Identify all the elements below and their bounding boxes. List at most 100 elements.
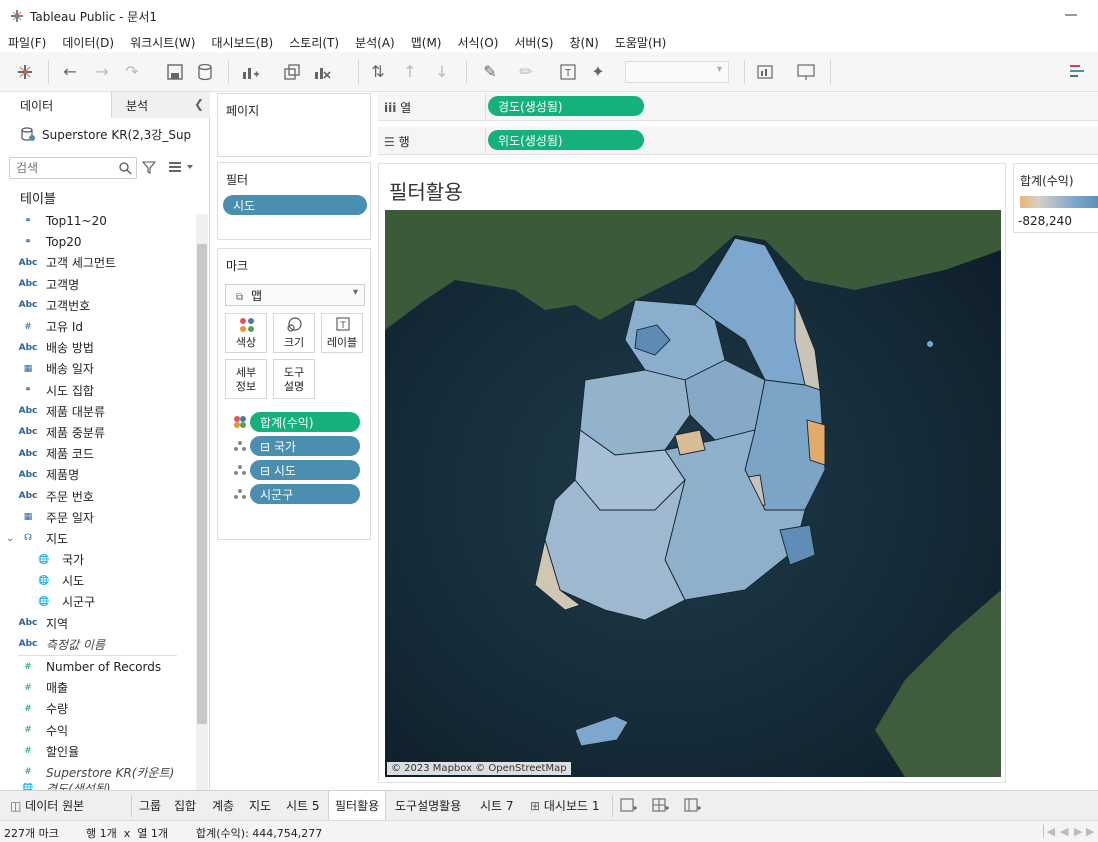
field-region[interactable]: Abc 지역: [0, 613, 195, 634]
map-svg[interactable]: [385, 210, 1001, 777]
swap-icon[interactable]: ⇅: [368, 62, 388, 82]
nav-prev-icon[interactable]: ◀: [1060, 825, 1068, 838]
color-legend[interactable]: 합계(수익) -828,240: [1013, 163, 1098, 233]
rows-pill-latitude[interactable]: 위도(생성됨): [488, 130, 644, 150]
field-superstore-count[interactable]: # Superstore KR(카운트): [0, 762, 195, 783]
sort-desc-icon[interactable]: ↓: [432, 62, 452, 82]
field-product-subcategory[interactable]: Abc 제품 중분류: [0, 422, 195, 443]
field-customer-segment[interactable]: Abc 고객 세그먼트: [0, 252, 195, 273]
tab-set[interactable]: 집합: [168, 791, 202, 821]
field-top11-20[interactable]: ⚭ Top11~20: [0, 210, 195, 231]
filters-shelf[interactable]: 필터 시도: [217, 162, 371, 240]
tab-sheet7[interactable]: 시트 7: [474, 791, 520, 821]
tab-sheet5[interactable]: 시트 5: [280, 791, 326, 821]
marks-pill-sigungu[interactable]: 시군구: [250, 484, 360, 504]
tab-data[interactable]: 데이터: [0, 92, 112, 118]
back-icon[interactable]: ←: [60, 62, 80, 82]
collapse-pane-icon[interactable]: ❮: [194, 97, 204, 111]
field-order-id[interactable]: Abc 주문 번호: [0, 485, 195, 506]
menu-worksheet[interactable]: 워크시트(W): [130, 34, 195, 51]
marks-pill-sido[interactable]: ⊟ 시도: [250, 460, 360, 480]
field-top20[interactable]: ⚭ Top20: [0, 231, 195, 252]
field-sido-set[interactable]: ⚭ 시도 집합: [0, 380, 195, 401]
minimize-icon[interactable]: [1064, 8, 1078, 22]
field-measure-names[interactable]: Abc 측정값 이름: [0, 634, 195, 655]
field-search-box[interactable]: [9, 157, 137, 179]
pin-icon[interactable]: ✦: [588, 62, 608, 82]
new-dashboard-icon[interactable]: [652, 798, 670, 814]
new-worksheet-icon[interactable]: [620, 798, 638, 814]
rows-shelf[interactable]: ☰ 행 위도(생성됨): [378, 127, 1098, 155]
menu-data[interactable]: 데이터(D): [62, 34, 114, 51]
fit-dropdown[interactable]: ▾: [625, 61, 729, 83]
field-sales[interactable]: # 매출: [0, 677, 195, 698]
field-number-of-records[interactable]: # Number of Records: [0, 656, 195, 677]
forward-icon[interactable]: →: [92, 62, 112, 82]
pages-shelf[interactable]: 페이지: [217, 93, 371, 157]
new-story-icon[interactable]: [684, 798, 702, 814]
clear-icon[interactable]: [312, 62, 332, 82]
redo-icon[interactable]: ↷: [122, 62, 142, 82]
marks-pill-country[interactable]: ⊟ 국가: [250, 436, 360, 456]
field-order-date[interactable]: ▦ 주문 일자: [0, 507, 195, 528]
mark-type-dropdown[interactable]: ⧉ 맵 ▾: [225, 284, 365, 306]
size-button[interactable]: 크기: [273, 313, 315, 353]
marks-pill-sum-profit[interactable]: 합계(수익): [250, 412, 360, 432]
field-map-hierarchy[interactable]: ⌄ ☊ 지도: [0, 528, 195, 549]
field-customer-id[interactable]: Abc 고객번호: [0, 295, 195, 316]
label-icon[interactable]: T: [558, 62, 578, 82]
menu-map[interactable]: 맵(M): [411, 34, 442, 51]
highlight-icon[interactable]: ✎: [480, 62, 500, 82]
sidebar-toggle-icon[interactable]: [1068, 62, 1088, 82]
tab-hierarchy[interactable]: 계층: [206, 791, 240, 821]
field-ship-mode[interactable]: Abc 배송 방법: [0, 337, 195, 358]
menu-dashboard[interactable]: 대시보드(B): [211, 34, 273, 51]
detail-button[interactable]: 세부 정보: [225, 359, 267, 399]
new-datasource-icon[interactable]: [196, 62, 216, 82]
menu-server[interactable]: 서버(S): [514, 34, 553, 51]
nav-last-icon[interactable]: ▶: [1086, 825, 1094, 838]
tab-filter-usage[interactable]: 필터활용: [328, 791, 387, 821]
map-view[interactable]: © 2023 Mapbox © OpenStreetMap: [385, 210, 1001, 777]
nav-first-icon[interactable]: │◀: [1040, 825, 1055, 838]
field-product-name[interactable]: Abc 제품명: [0, 464, 195, 485]
search-input[interactable]: [10, 158, 110, 178]
field-unique-id[interactable]: # 고유 Id: [0, 316, 195, 337]
new-worksheet-icon[interactable]: [240, 62, 260, 82]
field-list-scrollbar[interactable]: [196, 214, 208, 790]
tab-map[interactable]: 지도: [243, 791, 277, 821]
tooltip-button[interactable]: 도구 설명: [273, 359, 315, 399]
columns-shelf[interactable]: iii 열 경도(생성됨): [378, 93, 1098, 121]
scrollbar-thumb[interactable]: [197, 244, 207, 724]
save-icon[interactable]: [165, 62, 185, 82]
nav-next-icon[interactable]: ▶: [1074, 825, 1082, 838]
tab-tooltip-usage[interactable]: 도구설명활용: [389, 791, 467, 821]
tableau-logo-icon[interactable]: [15, 62, 35, 82]
field-profit[interactable]: # 수익: [0, 720, 195, 741]
menu-story[interactable]: 스토리(T): [289, 34, 339, 51]
field-product-category[interactable]: Abc 제품 대분류: [0, 401, 195, 422]
view-list-icon[interactable]: [168, 160, 196, 174]
duplicate-icon[interactable]: [282, 62, 302, 82]
field-customer-name[interactable]: Abc 고객명: [0, 274, 195, 295]
label-button[interactable]: T 레이블: [321, 313, 363, 353]
tab-group[interactable]: 그룹: [133, 791, 167, 821]
field-ship-date[interactable]: ▦ 배송 일자: [0, 358, 195, 379]
field-sido[interactable]: 🌐 시도: [0, 570, 195, 591]
field-quantity[interactable]: # 수량: [0, 698, 195, 719]
sort-asc-icon[interactable]: ↑: [400, 62, 420, 82]
filter-pill-sido[interactable]: 시도: [223, 195, 367, 215]
menu-help[interactable]: 도움말(H): [615, 34, 667, 51]
menu-analysis[interactable]: 분석(A): [355, 34, 395, 51]
field-product-code[interactable]: Abc 제품 코드: [0, 443, 195, 464]
field-sigungu[interactable]: 🌐 시군구: [0, 591, 195, 612]
menu-format[interactable]: 서식(O): [458, 34, 499, 51]
presentation-icon[interactable]: [796, 62, 816, 82]
color-button[interactable]: 색상: [225, 313, 267, 353]
datasource-item[interactable]: Superstore KR(2,3강_Sup...: [20, 124, 210, 144]
columns-pill-longitude[interactable]: 경도(생성됨): [488, 96, 644, 116]
annotate-icon[interactable]: ✏: [516, 62, 536, 82]
menu-window[interactable]: 창(N): [569, 34, 598, 51]
tab-dashboard1[interactable]: ⊞ 대시보드 1: [524, 791, 606, 821]
tab-data-source[interactable]: ◫ 데이터 원본: [4, 791, 90, 821]
